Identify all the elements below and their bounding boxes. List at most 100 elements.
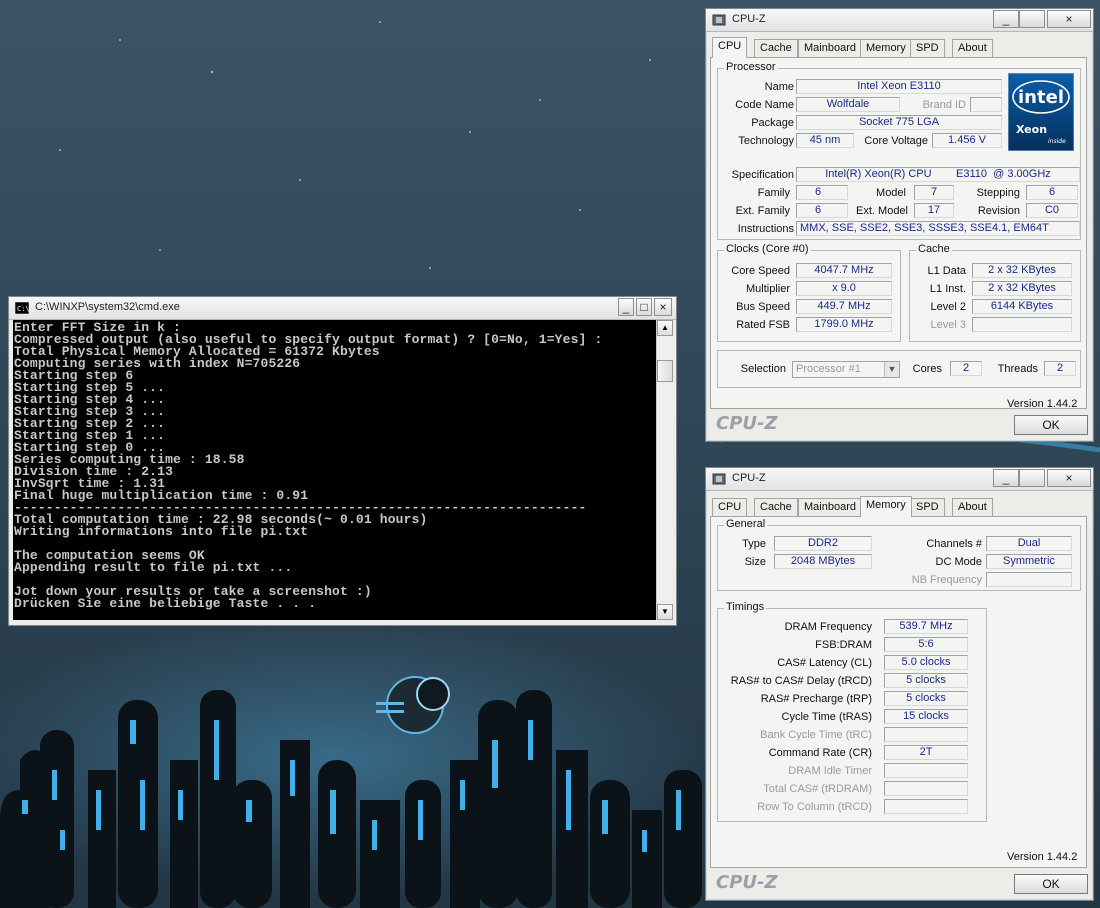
intel-logo-icon: intel Xeon inside: [1007, 72, 1075, 152]
level3-label: Level 3: [930, 319, 966, 331]
cpuz-cpu-titlebar[interactable]: CPU-Z _ ×: [706, 9, 1093, 32]
stepping-label: Stepping: [976, 187, 1020, 199]
multiplier-value: x 9.0: [796, 281, 892, 296]
timing-value: 5:6: [884, 637, 968, 652]
tab-memory[interactable]: Memory: [860, 496, 912, 517]
timings-group: Timings DRAM Frequency 539.7 MHz FSB:DRAM 5…: [717, 601, 987, 822]
l1data-label: L1 Data: [927, 265, 966, 277]
cpuz-memory-maximize-button[interactable]: [1019, 469, 1045, 487]
cpuz-memory-window[interactable]: CPU-Z _ × CPU Cache Mainboard Memory SPD…: [705, 467, 1094, 901]
selection-label: Selection: [740, 363, 786, 375]
corespeed-value: 4047.7 MHz: [796, 263, 892, 278]
cmd-window[interactable]: C:\ C:\WINXP\system32\cmd.exe _ □ × Ente…: [8, 296, 677, 626]
tab-spd[interactable]: SPD: [910, 39, 945, 57]
ok-button[interactable]: OK: [1014, 415, 1088, 435]
console-output[interactable]: Enter FFT Size in k : Compressed output (…: [13, 320, 658, 620]
size-value: 2048 MBytes: [774, 554, 872, 569]
cmd-vertical-scrollbar[interactable]: ▲ ▼: [656, 320, 673, 620]
size-label: Size: [744, 556, 766, 568]
cores-label: Cores: [912, 363, 942, 375]
cache-group-label: Cache: [916, 243, 952, 255]
tab-cache[interactable]: Cache: [754, 498, 798, 516]
cpu-tab-panel: Processor Name Intel Xeon E3110 Code Nam…: [710, 57, 1087, 410]
cpuz-cpu-version: Version 1.44.2: [1007, 398, 1078, 410]
timing-value: 2T: [884, 745, 968, 760]
timing-label: Bank Cycle Time (tRC): [760, 729, 872, 741]
timing-label: DRAM Idle Timer: [788, 765, 872, 777]
technology-value: 45 nm: [796, 133, 854, 148]
ratedfsb-value: 1799.0 MHz: [796, 317, 892, 332]
type-label: Type: [742, 538, 766, 550]
console-line: Drücken Sie eine beliebige Taste . . .: [14, 596, 317, 611]
scroll-down-arrow-icon[interactable]: ▼: [657, 604, 673, 620]
codename-value: Wolfdale: [796, 97, 900, 112]
timings-group-label: Timings: [724, 601, 767, 613]
family-value: 6: [796, 185, 848, 200]
cpuz-app-icon: [712, 14, 726, 26]
tab-mainboard[interactable]: Mainboard: [798, 498, 862, 516]
cmd-title: C:\WINXP\system32\cmd.exe: [35, 301, 180, 313]
cmd-titlebar[interactable]: C:\ C:\WINXP\system32\cmd.exe _ □ ×: [9, 297, 676, 320]
model-label: Model: [876, 187, 906, 199]
tab-about[interactable]: About: [952, 498, 993, 516]
tab-spd[interactable]: SPD: [910, 498, 945, 516]
tab-about[interactable]: About: [952, 39, 993, 57]
l1inst-label: L1 Inst.: [929, 283, 966, 295]
instructions-label: Instructions: [737, 223, 794, 235]
specification-value: Intel(R) Xeon(R) CPU E3110 @ 3.00GHz: [796, 167, 1080, 182]
tab-cpu[interactable]: CPU: [712, 498, 748, 516]
timing-value: 539.7 MHz: [884, 619, 968, 634]
brandid-value: [970, 97, 1002, 112]
cpuz-cpu-window[interactable]: CPU-Z _ × CPU Cache Mainboard Memory SPD…: [705, 8, 1094, 442]
cmd-minimize-button[interactable]: _: [618, 298, 634, 316]
cpuz-cpu-minimize-button[interactable]: _: [993, 10, 1019, 28]
cmd-maximize-button[interactable]: □: [636, 298, 652, 316]
cache-group: Cache L1 Data 2 x 32 KBytes L1 Inst. 2 x…: [909, 243, 1081, 342]
l1inst-value: 2 x 32 KBytes: [972, 281, 1072, 296]
processor-select-value: Processor #1: [796, 363, 861, 375]
cmd-close-button[interactable]: ×: [654, 298, 672, 316]
timing-label: Cycle Time (tRAS): [781, 711, 872, 723]
dcmode-label: DC Mode: [935, 556, 982, 568]
tab-mainboard[interactable]: Mainboard: [798, 39, 862, 57]
tab-cpu[interactable]: CPU: [712, 37, 748, 58]
level2-value: 6144 KBytes: [972, 299, 1072, 314]
timing-label: FSB:DRAM: [815, 639, 872, 651]
package-label: Package: [751, 117, 794, 129]
level2-label: Level 2: [930, 301, 966, 313]
inside-text: inside: [1048, 138, 1066, 145]
specification-label: Specification: [731, 169, 794, 181]
cpuz-memory-version: Version 1.44.2: [1007, 851, 1078, 863]
tab-cache[interactable]: Cache: [754, 39, 798, 57]
threads-label: Threads: [997, 363, 1038, 375]
select-dropdown-arrow-icon[interactable]: ▼: [884, 362, 899, 377]
package-value: Socket 775 LGA: [796, 115, 1002, 130]
threads-value: 2: [1044, 361, 1076, 376]
cpuz-memory-titlebar[interactable]: CPU-Z _ ×: [706, 468, 1093, 491]
ok-button[interactable]: OK: [1014, 874, 1088, 894]
cores-value: 2: [950, 361, 982, 376]
channels-label: Channels #: [926, 538, 982, 550]
scroll-up-arrow-icon[interactable]: ▲: [657, 320, 673, 336]
cpuz-cpu-maximize-button[interactable]: [1019, 10, 1045, 28]
cpuz-app-icon: [712, 473, 726, 485]
busspeed-value: 449.7 MHz: [796, 299, 892, 314]
timing-label: RAS# to CAS# Delay (tRCD): [730, 675, 872, 687]
svg-text:C:\: C:\: [17, 305, 29, 313]
timing-value: [884, 763, 968, 778]
timing-label: RAS# Precharge (tRP): [760, 693, 872, 705]
instructions-value: MMX, SSE, SSE2, SSE3, SSSE3, SSE4.1, EM6…: [796, 221, 1080, 236]
dcmode-value: Symmetric: [986, 554, 1072, 569]
l1data-value: 2 x 32 KBytes: [972, 263, 1072, 278]
tab-memory[interactable]: Memory: [860, 39, 912, 57]
extmodel-value: 17: [914, 203, 954, 218]
timing-label: DRAM Frequency: [784, 621, 872, 633]
scroll-thumb[interactable]: [657, 360, 673, 382]
cpuz-memory-title: CPU-Z: [732, 472, 766, 484]
cpuz-cpu-close-button[interactable]: ×: [1047, 10, 1091, 28]
cpuz-memory-minimize-button[interactable]: _: [993, 469, 1019, 487]
general-group: General Type DDR2 Size 2048 MBytes Chann…: [717, 518, 1081, 591]
extfamily-value: 6: [796, 203, 848, 218]
processor-select[interactable]: Processor #1 ▼: [792, 361, 900, 378]
cpuz-memory-close-button[interactable]: ×: [1047, 469, 1091, 487]
